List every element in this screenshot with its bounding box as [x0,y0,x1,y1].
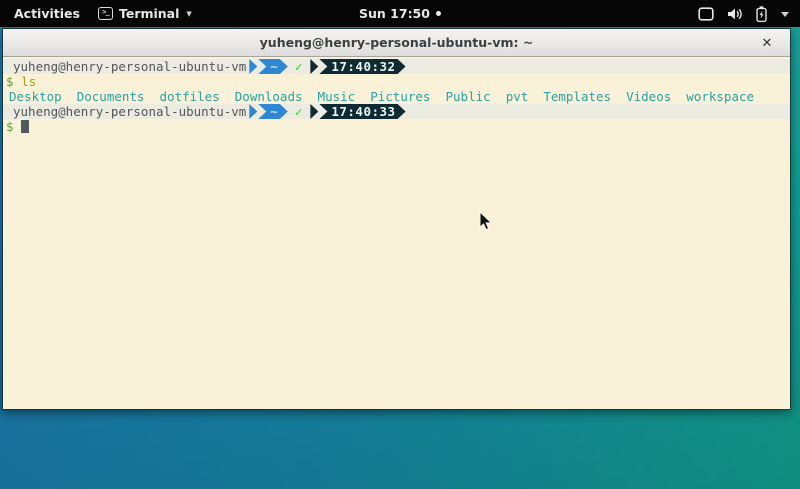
notification-dot-icon [436,11,441,16]
prompt-path-segment: ~ [258,59,288,74]
prompt-user-host: yuheng@henry-personal-ubuntu-vm [3,59,246,74]
terminal-app-icon: >_ [98,7,113,20]
status-check-icon: ✓ [295,59,303,74]
terminal-window: yuheng@henry-personal-ubuntu-vm: ~ ✕ yuh… [2,28,791,410]
powerline-chevron-icon [249,59,257,74]
app-menu-button[interactable]: >_ Terminal ▼ [98,6,192,21]
gnome-top-bar: Activities >_ Terminal ▼ Sun 17:50 [0,0,800,27]
current-input-line[interactable]: $ [3,119,790,134]
typed-command: ls [21,74,36,89]
terminal-cursor [21,120,29,133]
battery-charging-icon [756,6,767,22]
screen-icon [698,7,714,21]
directory-list: Desktop Documents dotfiles Downloads Mus… [6,89,790,104]
command-line: $ ls [3,74,790,89]
powerline-chevron-icon [310,59,318,74]
chevron-down-icon [780,10,790,18]
prompt-line: yuheng@henry-personal-ubuntu-vm ~ ✓ 17:4… [3,104,790,119]
ls-output-line: Desktop Documents dotfiles Downloads Mus… [3,89,790,104]
terminal-titlebar[interactable]: yuheng@henry-personal-ubuntu-vm: ~ ✕ [3,29,790,57]
chevron-down-icon: ▼ [186,10,191,18]
prompt-time-segment: 17:40:32 [319,59,405,74]
mouse-pointer-icon [479,211,494,232]
volume-icon [727,7,743,21]
clock-label[interactable]: Sun 17:50 [359,6,430,21]
prompt-time-segment: 17:40:33 [319,104,405,119]
powerline-chevron-icon [310,104,318,119]
prompt-line: yuheng@henry-personal-ubuntu-vm ~ ✓ 17:4… [3,59,790,74]
activities-button[interactable]: Activities [10,4,84,23]
prompt-symbol: $ [6,119,14,134]
prompt-user-host: yuheng@henry-personal-ubuntu-vm [3,104,246,119]
prompt-symbol: $ [6,74,14,89]
app-menu-label: Terminal [119,6,179,21]
status-check-icon: ✓ [295,104,303,119]
system-status-area[interactable] [698,0,794,27]
powerline-chevron-icon [249,104,257,119]
close-button[interactable]: ✕ [756,32,778,54]
window-title: yuheng@henry-personal-ubuntu-vm: ~ [260,35,534,50]
terminal-content[interactable]: yuheng@henry-personal-ubuntu-vm ~ ✓ 17:4… [3,57,790,409]
prompt-path-segment: ~ [258,104,288,119]
